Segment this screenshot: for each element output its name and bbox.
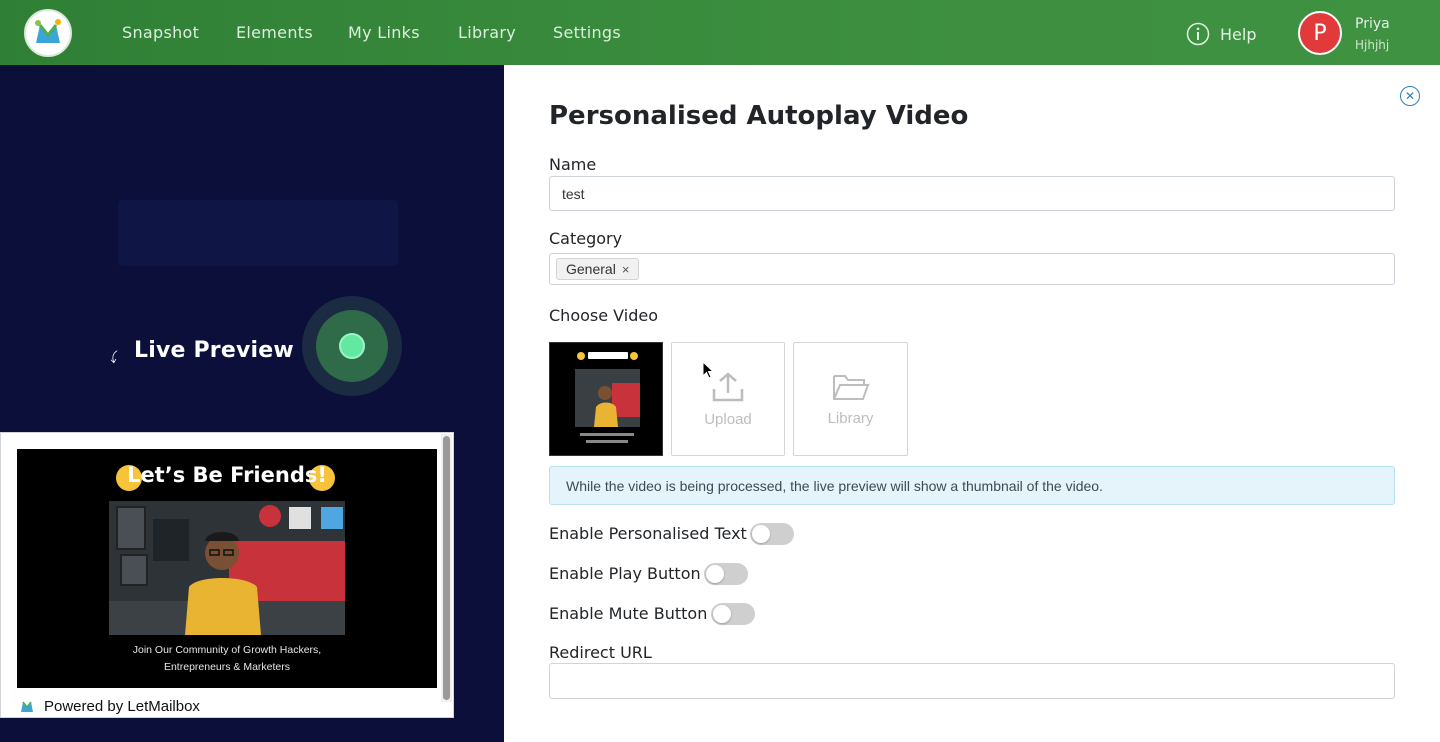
- choose-video-label: Choose Video: [549, 306, 658, 325]
- toggle-label-mute-button: Enable Mute Button: [549, 604, 708, 623]
- user-subtitle: Hjhjhj: [1355, 38, 1390, 52]
- personalised-text-toggle[interactable]: [750, 523, 794, 545]
- folder-open-icon: [832, 374, 869, 400]
- mute-button-toggle[interactable]: [711, 603, 755, 625]
- nav-settings[interactable]: Settings: [553, 23, 621, 42]
- nav-snapshot[interactable]: Snapshot: [122, 23, 199, 42]
- toggle-label-play-button: Enable Play Button: [549, 564, 701, 583]
- app-logo[interactable]: [24, 9, 72, 57]
- close-button[interactable]: ✕: [1400, 86, 1420, 106]
- upload-label: Upload: [704, 410, 752, 428]
- mouse-cursor-icon: [702, 361, 715, 379]
- library-label: Library: [827, 409, 874, 427]
- thumbnail-illustration: [550, 343, 662, 455]
- info-icon: [1186, 22, 1210, 46]
- category-select[interactable]: [549, 253, 1395, 285]
- redirect-url-input[interactable]: [549, 663, 1395, 699]
- nav-elements[interactable]: Elements: [236, 23, 313, 42]
- library-video-button[interactable]: Library: [793, 342, 908, 456]
- help-link[interactable]: Help: [1186, 21, 1256, 47]
- video-caption-line-2: Entrepreneurs & Marketers: [163, 661, 291, 673]
- remove-tag-icon[interactable]: ×: [622, 262, 630, 277]
- background-overlay-box: [118, 200, 398, 266]
- video-caption-line-1: Join Our Community of Growth Hackers,: [132, 644, 322, 656]
- live-preview-label: Live Preview: [134, 338, 294, 363]
- video-frame-illustration: [109, 501, 345, 635]
- upload-video-button[interactable]: Upload: [671, 342, 785, 456]
- form-title: Personalised Autoplay Video: [549, 101, 969, 131]
- toggle-label-personalised-text: Enable Personalised Text: [549, 524, 747, 543]
- play-button-toggle[interactable]: [704, 563, 748, 585]
- powered-by-label: Powered by LetMailbox: [44, 697, 200, 715]
- name-label: Name: [549, 155, 597, 174]
- video-frame-image: [109, 501, 345, 635]
- preview-scrollbar-thumb[interactable]: [443, 436, 450, 700]
- upload-icon: [712, 371, 744, 401]
- user-avatar[interactable]: P: [1298, 11, 1342, 55]
- processing-info-alert: While the video is being processed, the …: [549, 466, 1395, 505]
- nav-library[interactable]: Library: [458, 23, 516, 42]
- redirect-url-label: Redirect URL: [549, 643, 652, 662]
- live-indicator-dot: [339, 333, 365, 359]
- close-icon: ✕: [1404, 89, 1416, 103]
- logo-icon: [35, 19, 61, 43]
- video-title: Let’s Be Friends!: [127, 463, 327, 487]
- user-name[interactable]: Priya: [1355, 16, 1390, 32]
- name-input[interactable]: [549, 176, 1395, 211]
- help-label: Help: [1220, 24, 1257, 44]
- category-tag-label: General: [566, 261, 616, 277]
- selected-video-thumbnail[interactable]: [549, 342, 663, 456]
- curved-arrow-icon: [110, 350, 118, 364]
- category-tag: General ×: [556, 258, 640, 280]
- nav-my-links[interactable]: My Links: [348, 23, 420, 42]
- powered-by[interactable]: Powered by LetMailbox: [18, 697, 200, 715]
- top-navigation: Snapshot Elements My Links Library Setti…: [0, 0, 1440, 65]
- category-label: Category: [549, 229, 623, 248]
- letmailbox-logo-icon: [21, 701, 33, 712]
